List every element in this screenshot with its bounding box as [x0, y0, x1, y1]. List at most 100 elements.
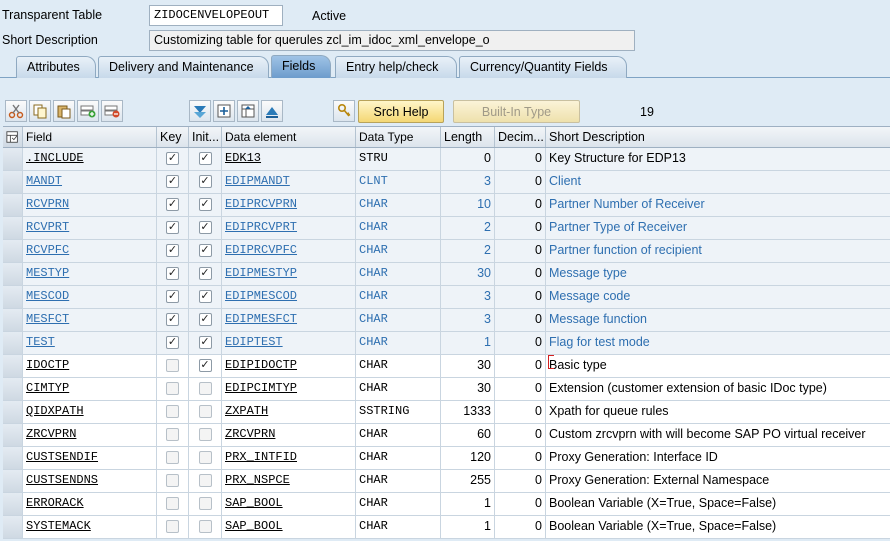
key-checkbox[interactable]: ✓ [166, 198, 179, 211]
tab-attributes[interactable]: Attributes [16, 56, 96, 78]
cell-field[interactable]: CUSTSENDNS [23, 470, 157, 492]
col-decimals[interactable]: Decim... [495, 127, 546, 147]
init-checkbox[interactable] [198, 382, 212, 395]
cell-length[interactable]: 10 [441, 194, 495, 216]
table-row[interactable]: CUSTSENDNS PRX_NSPCE CHAR 255 0 Proxy Generat… [3, 470, 890, 493]
cell-decimals[interactable]: 0 [495, 332, 546, 354]
upload-icon[interactable] [261, 100, 283, 122]
cell-key[interactable] [157, 516, 189, 538]
paste-icon[interactable] [53, 100, 75, 122]
cell-data-type[interactable]: CHAR [356, 286, 441, 308]
table-row[interactable]: ZRCVPRN ZRCVPRN CHAR 60 0 Custom zrcvprn with… [3, 424, 890, 447]
cell-data-type[interactable]: CHAR [356, 217, 441, 239]
cell-decimals[interactable]: 0 [495, 148, 546, 170]
cell-data-element[interactable]: EDIPRCVPRN [222, 194, 356, 216]
cell-key[interactable]: ✓ [157, 332, 189, 354]
cell-field[interactable]: ZRCVPRN [23, 424, 157, 446]
cell-field[interactable]: ERRORACK [23, 493, 157, 515]
cell-data-element[interactable]: EDIPMESTYP [222, 263, 356, 285]
key-checkbox[interactable] [166, 497, 179, 510]
cut-icon[interactable] [5, 100, 27, 122]
select-all-icon[interactable] [3, 127, 23, 147]
new-rows-icon[interactable] [189, 100, 211, 122]
cell-data-element[interactable]: EDIPMESCOD [222, 286, 356, 308]
row-selector[interactable] [3, 148, 23, 170]
cell-length[interactable]: 3 [441, 309, 495, 331]
move-icon[interactable] [213, 100, 235, 122]
row-selector[interactable] [3, 470, 23, 492]
key-checkbox[interactable] [166, 428, 179, 441]
cell-length[interactable]: 1 [441, 516, 495, 538]
row-selector[interactable] [3, 447, 23, 469]
cell-data-type[interactable]: CHAR [356, 332, 441, 354]
cell-short-description[interactable]: Proxy Generation: Interface ID [546, 447, 890, 469]
table-settings-icon[interactable] [237, 100, 259, 122]
cell-data-element[interactable]: EDIPRCVPRT [222, 217, 356, 239]
key-checkbox[interactable]: ✓ [166, 221, 179, 234]
tab-entry-help-check[interactable]: Entry help/check [335, 56, 457, 78]
table-row[interactable]: CUSTSENDIF PRX_INTFID CHAR 120 0 Proxy Genera… [3, 447, 890, 470]
cell-key[interactable] [157, 470, 189, 492]
key-checkbox[interactable]: ✓ [166, 267, 179, 280]
key-checkbox[interactable]: ✓ [166, 336, 179, 349]
table-row[interactable]: CIMTYP EDIPCIMTYP CHAR 30 0 Extension (custom… [3, 378, 890, 401]
cell-short-description[interactable]: Extension (customer extension of basic I… [546, 378, 890, 400]
cell-field[interactable]: .INCLUDE [23, 148, 157, 170]
table-name-field[interactable]: ZIDOCENVELOPEOUT [149, 5, 283, 26]
init-checkbox[interactable]: ✓ [198, 336, 212, 349]
cell-data-type[interactable]: CHAR [356, 470, 441, 492]
cell-key[interactable]: ✓ [157, 194, 189, 216]
key-checkbox[interactable] [166, 520, 179, 533]
cell-key[interactable]: ✓ [157, 286, 189, 308]
cell-short-description[interactable]: Custom zrcvprn with will become SAP PO v… [546, 424, 890, 446]
col-length[interactable]: Length [441, 127, 495, 147]
cell-field[interactable]: MANDT [23, 171, 157, 193]
cell-data-type[interactable]: CHAR [356, 378, 441, 400]
cell-data-element[interactable]: PRX_NSPCE [222, 470, 356, 492]
table-row[interactable]: .INCLUDE ✓ ✓ EDK13 STRU 0 0 Key Structure for E… [3, 148, 890, 171]
init-checkbox[interactable]: ✓ [198, 175, 212, 188]
key-checkbox[interactable]: ✓ [166, 244, 179, 257]
cell-decimals[interactable]: 0 [495, 424, 546, 446]
cell-data-element[interactable]: ZXPATH [222, 401, 356, 423]
cell-decimals[interactable]: 0 [495, 493, 546, 515]
table-row[interactable]: QIDXPATH ZXPATH SSTRING 1333 0 Xpath for queu… [3, 401, 890, 424]
cell-length[interactable]: 30 [441, 355, 495, 377]
cell-length[interactable]: 60 [441, 424, 495, 446]
row-selector[interactable] [3, 378, 23, 400]
cell-data-element[interactable]: EDK13 [222, 148, 356, 170]
cell-data-type[interactable]: STRU [356, 148, 441, 170]
cell-length[interactable]: 2 [441, 217, 495, 239]
cell-short-description[interactable]: Boolean Variable (X=True, Space=False) [546, 493, 890, 515]
cell-decimals[interactable]: 0 [495, 355, 546, 377]
cell-decimals[interactable]: 0 [495, 217, 546, 239]
key-checkbox[interactable] [166, 359, 179, 372]
key-checkbox[interactable]: ✓ [166, 175, 179, 188]
cell-data-element[interactable]: EDIPRCVPFC [222, 240, 356, 262]
cell-short-description[interactable]: Message code [546, 286, 890, 308]
tab-delivery-and-maintenance[interactable]: Delivery and Maintenance [98, 56, 269, 78]
search-help-icon[interactable] [333, 100, 355, 122]
cell-init[interactable]: ✓ [189, 217, 222, 239]
row-selector[interactable] [3, 240, 23, 262]
cell-short-description[interactable]: Client [546, 171, 890, 193]
cell-init[interactable]: ✓ [189, 240, 222, 262]
cell-init[interactable]: ✓ [189, 309, 222, 331]
cell-data-type[interactable]: SSTRING [356, 401, 441, 423]
cell-short-description[interactable]: Basic type [546, 355, 890, 377]
table-row[interactable]: MESTYP ✓ ✓ EDIPMESTYP CHAR 30 0 Message type [3, 263, 890, 286]
cell-length[interactable]: 3 [441, 286, 495, 308]
cell-short-description[interactable]: Partner Type of Receiver [546, 217, 890, 239]
row-selector[interactable] [3, 171, 23, 193]
cell-init[interactable] [189, 378, 222, 400]
cell-decimals[interactable]: 0 [495, 516, 546, 538]
cell-field[interactable]: MESFCT [23, 309, 157, 331]
cell-decimals[interactable]: 0 [495, 171, 546, 193]
cell-field[interactable]: MESCOD [23, 286, 157, 308]
key-checkbox[interactable] [166, 474, 179, 487]
cell-short-description[interactable]: Message function [546, 309, 890, 331]
cell-length[interactable]: 1 [441, 332, 495, 354]
cell-data-type[interactable]: CHAR [356, 194, 441, 216]
cell-field[interactable]: CUSTSENDIF [23, 447, 157, 469]
srch-help-button[interactable]: Srch Help [358, 100, 444, 123]
